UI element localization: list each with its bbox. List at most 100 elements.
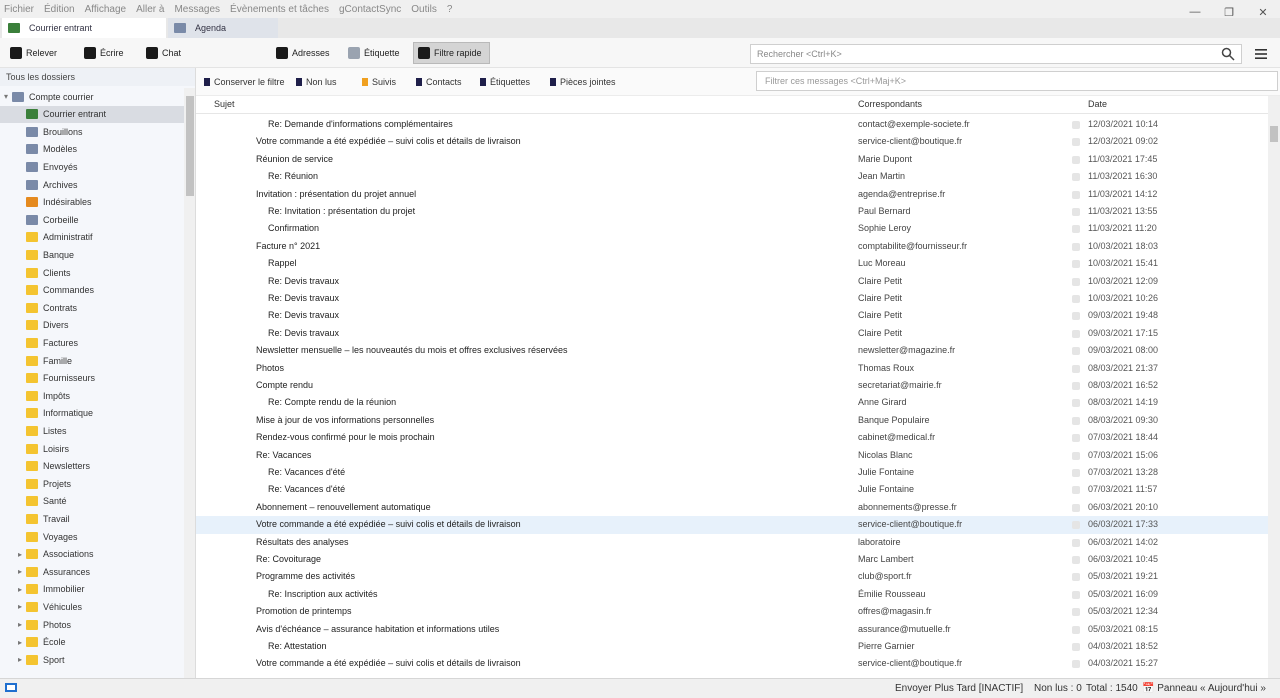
read-status-icon[interactable]	[1072, 329, 1080, 338]
folder-item[interactable]: Brouillons	[0, 123, 184, 140]
read-status-icon[interactable]	[1072, 173, 1080, 182]
message-row[interactable]: Photos Thomas Roux 08/03/2021 21:37	[196, 360, 1268, 377]
menu-item[interactable]: Évènements et tâches	[230, 4, 329, 15]
write-button[interactable]: Écrire	[80, 42, 128, 64]
menu-item[interactable]: Outils	[411, 4, 437, 15]
read-status-icon[interactable]	[1072, 208, 1080, 216]
read-status-icon[interactable]	[1072, 138, 1080, 147]
folder-scrollbar[interactable]	[184, 88, 195, 678]
send-later-status[interactable]: Envoyer Plus Tard [INACTIF]	[895, 683, 1023, 694]
read-status-icon[interactable]	[1072, 295, 1080, 303]
read-status-icon[interactable]	[1072, 503, 1080, 512]
read-status-icon[interactable]	[1072, 660, 1080, 669]
message-row[interactable]: Votre commande a été expédiée – suivi co…	[196, 516, 1268, 534]
menu-item[interactable]: Aller à	[136, 4, 164, 15]
message-row[interactable]: Mise à jour de vos informations personne…	[196, 412, 1268, 429]
thread-scrollbar[interactable]	[1268, 96, 1280, 678]
quick-filter-button[interactable]: Filtre rapide	[413, 42, 490, 64]
folder-item[interactable]: Travail	[0, 510, 184, 527]
twisty-icon[interactable]: ▸	[18, 602, 26, 611]
read-status-icon[interactable]	[1072, 364, 1080, 373]
message-row[interactable]: Re: Demande d'informations complémentair…	[196, 116, 1268, 133]
folder-item[interactable]: Envoyés	[0, 158, 184, 175]
read-status-icon[interactable]	[1072, 242, 1080, 251]
get-messages-button[interactable]: Relever	[6, 42, 61, 64]
message-row[interactable]: Votre commande a été expédiée – suivi co…	[196, 655, 1268, 672]
message-row[interactable]: Re: Inscription aux activités Émilie Rous…	[196, 586, 1268, 603]
twisty-icon[interactable]: ▸	[18, 620, 26, 629]
message-row[interactable]: Re: Attestation Pierre Garnier 04/03/2021 …	[196, 638, 1268, 655]
folder-item[interactable]: ▸ École	[0, 634, 184, 651]
folder-item[interactable]: Listes	[0, 422, 184, 439]
search-icon[interactable]	[1221, 47, 1235, 61]
activity-icon[interactable]	[4, 682, 18, 695]
read-status-icon[interactable]	[1072, 625, 1080, 634]
message-row[interactable]: Avis d'échéance – assurance habitation e…	[196, 621, 1268, 638]
folder-item[interactable]: Divers	[0, 317, 184, 334]
read-status-icon[interactable]	[1072, 643, 1080, 651]
folder-item[interactable]: Newsletters	[0, 458, 184, 475]
starred-filter-toggle[interactable]: Suivis	[362, 75, 396, 89]
read-status-icon[interactable]	[1072, 434, 1080, 443]
folder-item[interactable]: ▸ Photos	[0, 616, 184, 633]
tab-calendar[interactable]: Agenda	[168, 18, 278, 38]
message-row[interactable]: Résultats des analyses laboratoire 06/03/2…	[196, 534, 1268, 551]
column-correspondents[interactable]: Correspondants	[858, 99, 922, 109]
message-row[interactable]: Re: Réunion Jean Martin 11/03/2021 16:30	[196, 168, 1268, 185]
folder-item[interactable]: Projets	[0, 475, 184, 492]
folder-item[interactable]: Loisirs	[0, 440, 184, 457]
thread-scroll-thumb[interactable]	[1270, 126, 1278, 142]
twisty-icon[interactable]: ▸	[18, 550, 26, 559]
twisty-icon[interactable]: ▸	[18, 567, 26, 576]
message-row[interactable]: Confirmation Sophie Leroy 11/03/2021 11:20	[196, 220, 1268, 237]
read-status-icon[interactable]	[1072, 573, 1080, 582]
read-status-icon[interactable]	[1072, 556, 1080, 564]
folder-item[interactable]: Archives	[0, 176, 184, 193]
read-status-icon[interactable]	[1072, 451, 1080, 460]
message-row[interactable]: Re: Devis travaux Claire Petit 10/03/2021 …	[196, 273, 1268, 290]
folder-item[interactable]: Contrats	[0, 299, 184, 316]
read-status-icon[interactable]	[1072, 121, 1080, 129]
folder-item[interactable]: Banque	[0, 246, 184, 263]
read-status-icon[interactable]	[1072, 225, 1080, 234]
folder-item[interactable]: Factures	[0, 334, 184, 351]
message-row[interactable]: Compte rendu secretariat@mairie.fr 08/03/2…	[196, 377, 1268, 394]
folder-item[interactable]: ▸ Véhicules	[0, 598, 184, 615]
folder-item[interactable]: Indésirables	[0, 194, 184, 211]
message-row[interactable]: Rendez-vous confirmé pour le mois procha…	[196, 429, 1268, 446]
folder-item[interactable]: ▸ Immobilier	[0, 581, 184, 598]
twisty-icon[interactable]: ▸	[18, 585, 26, 594]
attachments-filter-toggle[interactable]: Pièces jointes	[550, 75, 616, 89]
read-status-icon[interactable]	[1072, 155, 1080, 164]
message-row[interactable]: Réunion de service Marie Dupont 11/03/2021…	[196, 151, 1268, 168]
menu-item[interactable]: Fichier	[4, 4, 34, 15]
read-status-icon[interactable]	[1072, 538, 1080, 547]
global-search-input[interactable]: Rechercher <Ctrl+K>	[750, 44, 1242, 64]
folder-item[interactable]: ▸ Sport	[0, 651, 184, 668]
message-row[interactable]: Rappel Luc Moreau 10/03/2021 15:41	[196, 255, 1268, 272]
message-row[interactable]: Re: Devis travaux Claire Petit 10/03/2021 …	[196, 290, 1268, 307]
folder-item[interactable]: ▸ Associations	[0, 546, 184, 563]
message-row[interactable]: Re: Devis travaux Claire Petit 09/03/2021 …	[196, 325, 1268, 342]
twisty-icon[interactable]: ▸	[18, 638, 26, 647]
folder-item[interactable]: ▾ Compte courrier	[0, 88, 184, 105]
menu-item[interactable]: Messages	[174, 4, 220, 15]
contacts-filter-toggle[interactable]: Contacts	[416, 75, 462, 89]
twisty-icon[interactable]: ▾	[4, 92, 12, 101]
folder-item[interactable]: Modèles	[0, 141, 184, 158]
message-row[interactable]: Promotion de printemps offres@magasin.fr 0…	[196, 603, 1268, 620]
folder-scroll-thumb[interactable]	[186, 96, 194, 196]
column-subject[interactable]: Sujet	[214, 99, 235, 109]
read-status-icon[interactable]	[1072, 347, 1080, 356]
tags-filter-toggle[interactable]: Étiquettes	[480, 75, 530, 89]
read-status-icon[interactable]	[1072, 521, 1080, 530]
message-row[interactable]: Re: Vacances Nicolas Blanc 07/03/2021 15:0…	[196, 447, 1268, 464]
message-row[interactable]: Re: Invitation : présentation du projet P…	[196, 203, 1268, 220]
read-status-icon[interactable]	[1072, 608, 1080, 617]
unread-filter-toggle[interactable]: Non lus	[296, 75, 337, 89]
message-row[interactable]: Re: Covoiturage Marc Lambert 06/03/2021 10…	[196, 551, 1268, 568]
folder-item[interactable]: Corbeille	[0, 211, 184, 228]
message-row[interactable]: Re: Vacances d'été Julie Fontaine 07/03/20…	[196, 481, 1268, 498]
message-row[interactable]: Programme des activités club@sport.fr 05/0…	[196, 568, 1268, 585]
read-status-icon[interactable]	[1072, 382, 1080, 390]
